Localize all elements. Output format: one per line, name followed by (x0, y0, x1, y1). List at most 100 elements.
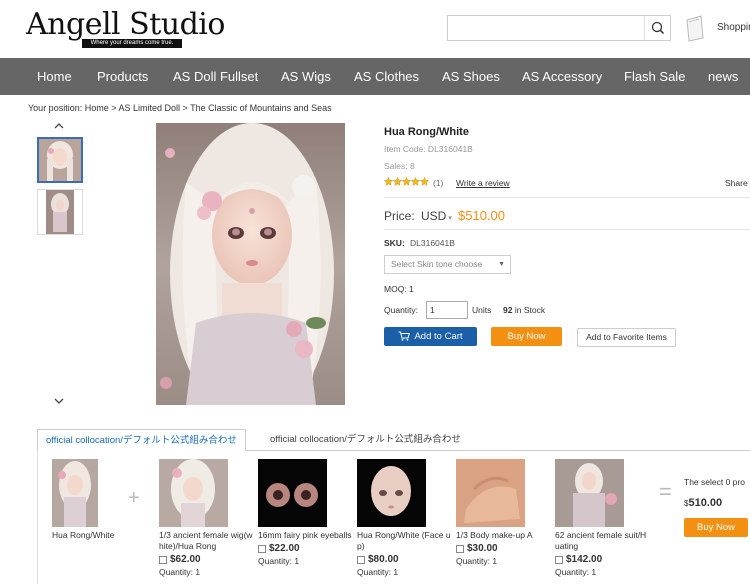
item-price: $142.00 (566, 554, 603, 565)
item-price: $30.00 (467, 543, 498, 554)
item-name: Hua Rong/White (Face up) (357, 530, 451, 551)
item-checkbox[interactable] (159, 555, 167, 564)
star-icon (402, 177, 411, 186)
nav-home[interactable]: Home (37, 58, 72, 95)
item-price-row: $62.00 (159, 554, 254, 565)
nav-wigs[interactable]: AS Wigs (281, 58, 331, 95)
item-quantity: Quantity: 1 (456, 556, 498, 566)
item-quantity: Quantity: 1 (258, 556, 300, 566)
chevron-up-icon[interactable] (51, 119, 67, 131)
item-checkbox[interactable] (357, 555, 365, 564)
item-checkbox[interactable] (555, 555, 563, 564)
search-input[interactable] (447, 15, 671, 41)
product-main-image[interactable] (156, 123, 345, 405)
buy-now-button[interactable]: Buy Now (491, 327, 562, 346)
price-label: Price: (384, 209, 415, 223)
star-icon (393, 177, 402, 186)
product-thumb[interactable] (258, 459, 327, 527)
item-quantity: Quantity: 1 (357, 567, 399, 577)
collocation-tabs: official collocation/デフォルト公式組み合わせ offici… (37, 429, 750, 451)
nav-accessory[interactable]: AS Accessory (522, 58, 602, 95)
logo-tagline: Where your dreams come true. (82, 39, 182, 48)
tab-official-collocation-2[interactable]: official collocation/デフォルト公式組み合わせ (262, 429, 469, 451)
main-nav: Home Products AS Doll Fullset AS Wigs AS… (0, 58, 750, 95)
equals-icon: = (659, 479, 672, 504)
chevron-down-icon: ▼ (498, 261, 505, 268)
thumbnail-2[interactable] (37, 189, 83, 235)
logo[interactable]: Angell Studio Where your dreams come tru… (26, 8, 225, 48)
shopping-cart-icon[interactable] (684, 14, 706, 42)
chevron-down-icon[interactable] (51, 394, 67, 406)
add-to-cart-label: Add to Cart (414, 331, 463, 342)
breadcrumb: Your position: Home > AS Limited Doll > … (28, 103, 332, 113)
add-to-cart-button[interactable]: Add to Cart (384, 327, 477, 346)
skin-tone-select[interactable]: Select Skin tone choose ▼ (384, 255, 511, 274)
item-quantity: Quantity: 1 (555, 567, 597, 577)
item-price: $62.00 (170, 554, 201, 565)
star-icon (411, 177, 420, 186)
currency-selector[interactable]: USD ▾ (421, 209, 452, 223)
stock-count: 92 (503, 305, 513, 315)
plus-icon: + (128, 487, 140, 509)
item-name: 1/3 Body make-up A (456, 530, 533, 540)
product-thumb[interactable] (52, 459, 98, 527)
product-title: Hua Rong/White (384, 126, 469, 138)
item-name: Hua Rong/White (52, 530, 115, 540)
product-thumb[interactable] (555, 459, 624, 527)
stock-suffix: in Stock (514, 305, 546, 315)
stock-status: 92 in Stock (503, 305, 545, 315)
currency-label: USD (421, 209, 447, 223)
site-header: Angell Studio Where your dreams come tru… (0, 0, 750, 58)
item-price: $22.00 (269, 543, 300, 554)
product-thumb[interactable] (456, 459, 525, 527)
item-name: 62 ancient female suit/Huating (555, 530, 647, 551)
shopping-cart-label[interactable]: Shoppin (717, 22, 750, 33)
divider (384, 229, 750, 230)
item-checkbox[interactable] (258, 544, 266, 553)
collocation-total: $510.00 (684, 497, 722, 509)
total-value: 510.00 (688, 497, 723, 509)
nav-doll-fullset[interactable]: AS Doll Fullset (173, 58, 258, 95)
search-button[interactable] (644, 16, 670, 40)
item-name: 16mm fairy pink eyeballs (258, 530, 352, 540)
add-favorite-button[interactable]: Add to Favorite Items (577, 328, 676, 347)
divider (384, 197, 750, 198)
tab-official-collocation-1[interactable]: official collocation/デフォルト公式組み合わせ (37, 429, 246, 451)
sales-count: Sales: 8 (384, 161, 415, 171)
logo-text: Angell Studio (26, 7, 225, 42)
collocation-item[interactable]: 1/3 ancient female wig(white)/Hua Rong $… (159, 459, 254, 577)
star-icon (420, 177, 429, 186)
item-price-row: $142.00 (555, 554, 650, 565)
item-quantity: Quantity: 1 (159, 567, 201, 577)
skin-tone-select-label: Select Skin tone choose (391, 259, 483, 269)
write-review-link[interactable]: Write a review (456, 178, 510, 188)
item-price-row: $80.00 (357, 554, 452, 565)
sku-value: DL316041B (410, 238, 455, 248)
item-price-row: $30.00 (456, 543, 551, 554)
collocation-item[interactable]: Hua Rong/White (Face up) $80.00 Quantity… (357, 459, 452, 577)
collocation-item[interactable]: 1/3 Body make-up A $30.00 Quantity: 1 (456, 459, 551, 566)
search-icon (651, 21, 665, 35)
share-link[interactable]: Share (725, 178, 748, 188)
collocation-buy-now-button[interactable]: Buy Now (684, 518, 748, 537)
nav-shoes[interactable]: AS Shoes (442, 58, 500, 95)
product-thumb[interactable] (159, 459, 228, 527)
quantity-input[interactable]: 1 (426, 301, 468, 319)
item-checkbox[interactable] (456, 544, 464, 553)
collocation-panel: Hua Rong/White + 1/3 ancient female wig(… (37, 451, 750, 584)
item-price-row: $22.00 (258, 543, 353, 554)
item-code: Item Code: DL316041B (384, 144, 473, 154)
nav-news[interactable]: news (708, 58, 738, 95)
nav-products[interactable]: Products (97, 58, 148, 95)
nav-clothes[interactable]: AS Clothes (354, 58, 419, 95)
chevron-down-icon: ▾ (448, 215, 452, 222)
item-price: $80.00 (368, 554, 399, 565)
nav-flash-sale[interactable]: Flash Sale (624, 58, 685, 95)
sku-label: SKU: (384, 238, 405, 248)
star-icon (384, 177, 393, 186)
product-price: $510.00 (458, 208, 505, 223)
product-thumb[interactable] (357, 459, 426, 527)
thumbnail-1[interactable] (37, 137, 83, 183)
collocation-item[interactable]: 62 ancient female suit/Huating $142.00 Q… (555, 459, 650, 577)
collocation-item[interactable]: 16mm fairy pink eyeballs $22.00 Quantity… (258, 459, 353, 566)
